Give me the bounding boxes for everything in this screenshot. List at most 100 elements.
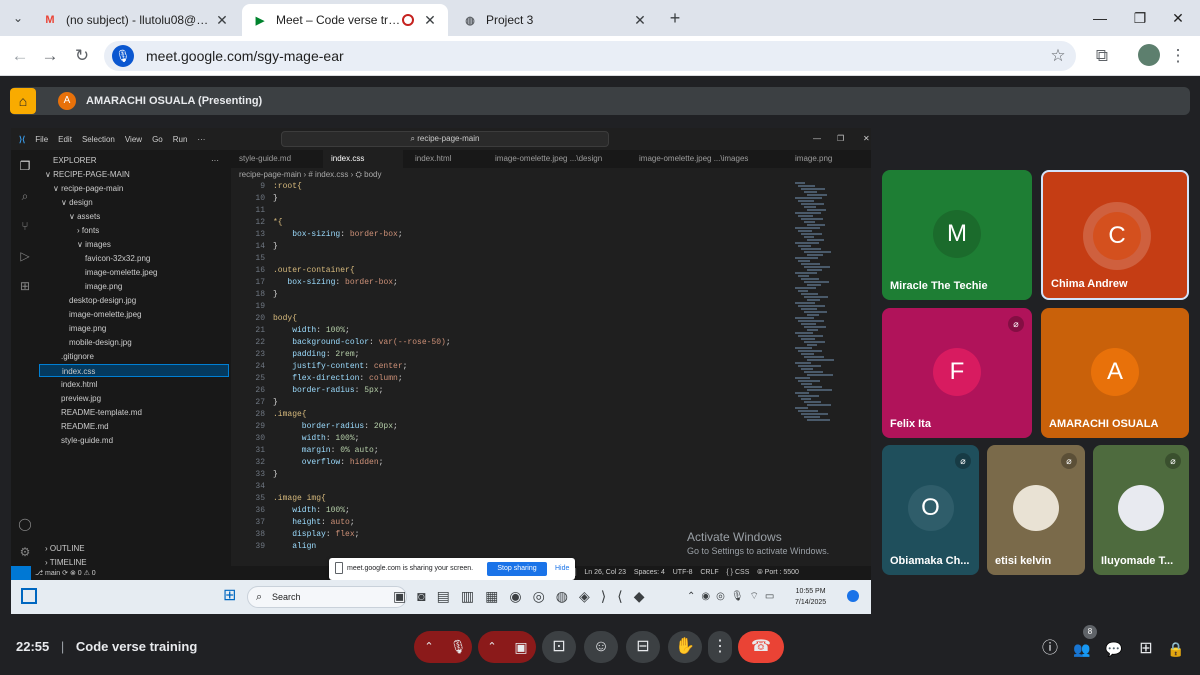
command-center-search[interactable]: ⌕ recipe-page-main (281, 131, 609, 147)
code-line[interactable]: } (273, 242, 278, 251)
minimize-button[interactable]: — (1082, 6, 1118, 30)
extensions-icon[interactable]: ⊞ (17, 278, 33, 294)
code-line[interactable]: align (273, 542, 316, 551)
widgets-icon[interactable] (21, 588, 37, 604)
file-tree-item[interactable]: .gitignore (61, 350, 94, 363)
code-line[interactable]: body{ (273, 314, 297, 323)
taskbar-apps[interactable]: ▣◙▤▥▦◉◎◍◈⟩⟨◆ (393, 588, 655, 605)
editor-tab-image-omelette-images[interactable]: image-omelette.jpeg ...\images (631, 150, 771, 168)
file-tree-item[interactable]: README.md (61, 420, 109, 433)
hide-button[interactable]: Hide (555, 565, 569, 572)
tab-gmail[interactable]: M (no subject) - llutolu08@gmail.c ✕ (32, 4, 240, 36)
code-line[interactable]: width: 100%; (273, 506, 350, 515)
audio-options-button[interactable]: ⌃ (414, 631, 444, 663)
code-line[interactable]: flex-direction: column; (273, 374, 402, 383)
tab-project-3[interactable]: ◍ Project 3 ✕ (452, 4, 658, 36)
file-tree-item[interactable]: mobile-design.jpg (69, 336, 132, 349)
participant-tile[interactable]: F Felix Ita ⌀ (882, 308, 1032, 438)
host-controls-lock-icon[interactable]: 🔒 (1164, 637, 1188, 661)
camera-off-icon[interactable]: ▣ (506, 631, 536, 663)
minimap[interactable] (795, 182, 855, 452)
run-debug-icon[interactable]: ▷ (17, 248, 33, 264)
menu-edit[interactable]: Edit (58, 135, 72, 144)
extensions-icon[interactable]: ⧉ (1090, 44, 1114, 68)
status-left[interactable]: ⎇ main ⟳ ⊗ 0 ⚠ 0 (35, 569, 96, 577)
code-line[interactable]: } (273, 470, 278, 479)
reload-button[interactable]: ↻ (70, 44, 94, 68)
stop-sharing-button[interactable]: Stop sharing (487, 562, 547, 576)
code-line[interactable]: :root{ (273, 182, 302, 191)
code-line[interactable]: } (273, 194, 278, 203)
file-tree-item[interactable]: image-omelette.jpeg (85, 266, 157, 279)
address-bar[interactable]: 🎙 meet.google.com/sgy-mage-ear (104, 41, 1076, 71)
code-line[interactable]: padding: 2rem; (273, 350, 359, 359)
outline-section[interactable]: › OUTLINE (45, 542, 85, 555)
code-line[interactable]: overflow: hidden; (273, 458, 384, 467)
settings-gear-icon[interactable]: ⚙ (17, 544, 33, 560)
file-tree-item[interactable]: favicon-32x32.png (85, 252, 150, 265)
profile-avatar[interactable] (1138, 44, 1160, 66)
code-line[interactable]: box-sizing: border-box; (273, 278, 397, 287)
code-line[interactable]: .image{ (273, 410, 307, 419)
editor-tab-index-html[interactable]: index.html (407, 150, 481, 168)
file-tree-item[interactable]: README-template.md (61, 406, 142, 419)
menu-icon[interactable]: ⋮ (1166, 44, 1190, 68)
code-line[interactable]: } (273, 290, 278, 299)
file-tree-item[interactable]: preview.jpg (61, 392, 101, 405)
present-screen-icon[interactable]: ⊡ (542, 631, 576, 663)
code-line[interactable]: margin: 0% auto; (273, 446, 379, 455)
menu-selection[interactable]: Selection (82, 135, 115, 144)
minimize-icon[interactable]: — (813, 134, 821, 143)
file-tree-item[interactable]: style-guide.md (61, 434, 113, 447)
code-line[interactable]: box-sizing: border-box; (273, 230, 402, 239)
code-line[interactable]: *{ (273, 218, 283, 227)
file-tree-item[interactable]: ∨ recipe-page-main (53, 182, 123, 195)
file-tree-item[interactable]: image.png (69, 322, 106, 335)
tab-search-button[interactable]: ⌄ (8, 8, 28, 28)
editor-tab-style-guide[interactable]: style-guide.md (231, 150, 323, 168)
remote-indicator-icon[interactable] (11, 566, 31, 580)
raise-hand-icon[interactable]: ✋ (668, 631, 702, 663)
code-line[interactable]: } (273, 398, 278, 407)
menu-view[interactable]: View (125, 135, 142, 144)
maximize-icon[interactable]: ❐ (837, 134, 844, 143)
video-options-button[interactable]: ⌃ (478, 631, 506, 663)
code-lines[interactable]: 9:root{10} 11 12 *{13 box-sizing: border-bo… (231, 182, 791, 566)
file-tree-item[interactable]: image-omelette.jpeg (69, 308, 141, 321)
close-window-button[interactable]: ✕ (1160, 6, 1196, 30)
participant-tile[interactable]: C Chima Andrew (1041, 170, 1189, 300)
close-icon[interactable]: ✕ (422, 12, 438, 29)
file-tree-item[interactable]: index.html (61, 378, 97, 391)
bookmark-star-icon[interactable]: ☆ (1046, 44, 1070, 68)
menu-run[interactable]: Run (173, 135, 188, 144)
more-options-icon[interactable]: ⋮ (708, 631, 732, 663)
file-tree-item[interactable]: image.png (85, 280, 122, 293)
captions-icon[interactable]: ⊟ (626, 631, 660, 663)
source-control-icon[interactable]: ⑂ (17, 218, 33, 234)
files-icon[interactable]: ❐ (17, 158, 33, 174)
drag-handle-icon[interactable] (335, 562, 343, 574)
emoji-reaction-icon[interactable]: ☺ (584, 631, 618, 663)
search-icon[interactable]: ⌕ (17, 188, 33, 204)
code-line[interactable]: height: auto; (273, 518, 354, 527)
editor-tab-index-css[interactable]: index.css (323, 150, 403, 168)
participant-tile[interactable]: etisi kelvin ⌀ (987, 445, 1085, 575)
meeting-info-icon[interactable]: ⓘ (1038, 637, 1062, 661)
code-line[interactable]: background-color: var(--rose-50); (273, 338, 450, 347)
code-line[interactable]: width: 100%; (273, 326, 350, 335)
maximize-button[interactable]: ❐ (1122, 6, 1158, 30)
activities-icon[interactable]: ⊞ (1134, 637, 1158, 661)
file-tree-item[interactable]: desktop-design.jpg (69, 294, 136, 307)
participant-tile[interactable]: O Obiamaka Ch... ⌀ (882, 445, 979, 575)
close-icon[interactable]: ✕ (214, 12, 230, 29)
hang-up-icon[interactable]: ☎ (738, 631, 784, 663)
code-line[interactable]: justify-content: center; (273, 362, 407, 371)
taskbar-clock[interactable]: 10:55 PM 7/14/2025 (795, 586, 826, 608)
chat-icon[interactable]: 💬 (1102, 637, 1126, 661)
code-line[interactable]: .outer-container{ (273, 266, 355, 275)
taskbar-search[interactable]: ⌕ Search (247, 586, 407, 608)
participant-tile[interactable]: Iluyomade T... ⌀ (1093, 445, 1189, 575)
explorer-root-folder[interactable]: ∨ RECIPE-PAGE-MAIN (45, 168, 130, 181)
file-tree-item[interactable]: ∨ assets (69, 210, 100, 223)
forward-button[interactable]: → (38, 44, 62, 68)
